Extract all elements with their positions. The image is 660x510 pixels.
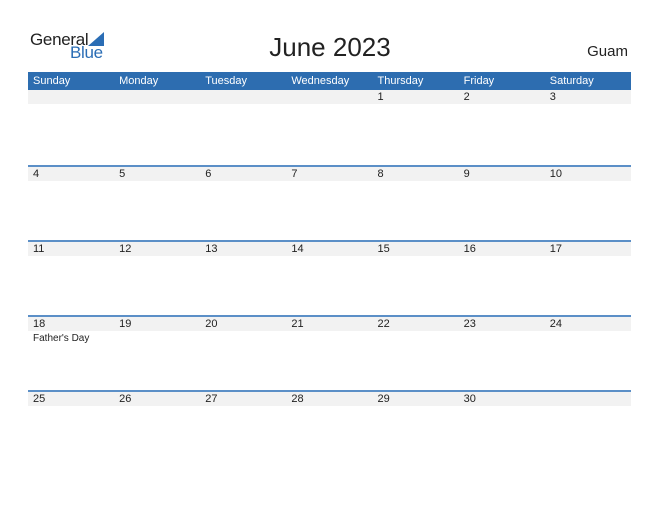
day-number: 29: [372, 391, 459, 406]
day-cell: [28, 90, 115, 104]
week-days: 18 Father's Day 19 20 21 22 23 24: [28, 316, 631, 344]
day-cell: 12: [114, 241, 201, 256]
day-cell: 18 Father's Day: [28, 316, 115, 344]
day-number: 11: [28, 241, 115, 256]
day-cell: 14: [286, 241, 373, 256]
day-cell: 28: [286, 391, 373, 406]
day-cell: [114, 90, 201, 104]
week-row: 25 26 27 28 29 30: [28, 390, 631, 465]
day-cell: 15: [372, 241, 459, 256]
day-number: 18: [28, 316, 115, 331]
day-number: 24: [544, 316, 631, 331]
day-cell: 16: [458, 241, 545, 256]
day-cell: 25: [28, 391, 115, 406]
day-number: 25: [28, 391, 115, 406]
day-number: 20: [200, 316, 287, 331]
day-number: 10: [544, 166, 631, 181]
day-number: 16: [458, 241, 545, 256]
day-cell: 4: [28, 166, 115, 181]
day-number: 3: [544, 90, 631, 104]
day-number: 15: [372, 241, 459, 256]
day-number: 21: [286, 316, 373, 331]
day-number: [200, 90, 287, 104]
day-number: 5: [114, 166, 201, 181]
day-number: 12: [114, 241, 201, 256]
day-number: [286, 90, 373, 104]
week-row: 4 5 6 7 8 9 10: [28, 165, 631, 240]
day-cell: [200, 90, 287, 104]
day-number: 4: [28, 166, 115, 181]
day-cell: 2: [458, 90, 545, 104]
weekday-saturday: Saturday: [549, 75, 594, 87]
week-row: 11 12 13 14 15 16 17: [28, 240, 631, 315]
region-label: Guam: [587, 43, 628, 60]
weekday-header: Sunday Monday Tuesday Wednesday Thursday…: [28, 72, 631, 90]
day-number: 6: [200, 166, 287, 181]
holiday-event: Father's Day: [33, 332, 90, 344]
day-number: 17: [544, 241, 631, 256]
day-cell: 26: [114, 391, 201, 406]
day-number: 8: [372, 166, 459, 181]
day-number: 14: [286, 241, 373, 256]
day-number: 9: [458, 166, 545, 181]
day-number: 2: [458, 90, 545, 104]
week-days: 123: [28, 90, 631, 104]
weekday-sunday: Sunday: [33, 75, 71, 87]
day-cell: 7: [286, 166, 373, 181]
week-row: 123: [28, 90, 631, 165]
day-cell: 11: [28, 241, 115, 256]
day-number: 28: [286, 391, 373, 406]
week-days: 11 12 13 14 15 16 17: [28, 241, 631, 256]
day-number: [544, 391, 631, 406]
day-cell: 6: [200, 166, 287, 181]
day-cell: 13: [200, 241, 287, 256]
day-cell: 10: [544, 166, 631, 181]
day-cell: 23: [458, 316, 545, 344]
week-days: 25 26 27 28 29 30: [28, 391, 631, 406]
day-number: 13: [200, 241, 287, 256]
day-cell: 9: [458, 166, 545, 181]
weeks-container: 1 2 3 4 5 6 7 8 9 10 11 12 13 14 15 16 17 18 Father's Day 1…: [28, 90, 631, 465]
day-number: 23: [458, 316, 545, 331]
day-cell: 20: [200, 316, 287, 344]
day-cell: 17: [544, 241, 631, 256]
day-number: 7: [286, 166, 373, 181]
day-cell: 3: [544, 90, 631, 104]
day-number: 30: [458, 391, 545, 406]
day-cell: [544, 391, 631, 406]
day-number: 1: [372, 90, 459, 104]
calendar-grid: Sunday Monday Tuesday Wednesday Thursday…: [28, 72, 631, 465]
day-cell: 19: [114, 316, 201, 344]
day-cell: 22: [372, 316, 459, 344]
day-number: [114, 90, 201, 104]
weekday-friday: Friday: [463, 75, 495, 87]
weekday-monday: Monday: [119, 75, 159, 87]
day-cell: 29: [372, 391, 459, 406]
week-days: 4 5 6 7 8 9 10: [28, 166, 631, 181]
calendar-title: June 2023: [269, 32, 391, 62]
day-number: 22: [372, 316, 459, 331]
day-cell: 8: [372, 166, 459, 181]
weekday-wednesday: Wednesday: [291, 75, 350, 87]
week-row: 18 Father's Day 19 20 21 22 23 24: [28, 315, 631, 390]
day-cell: [286, 90, 373, 104]
weekday-thursday: Thursday: [377, 75, 424, 87]
day-number: 27: [200, 391, 287, 406]
day-cell: 24: [544, 316, 631, 344]
day-cell: 27: [200, 391, 287, 406]
day-number: 26: [114, 391, 201, 406]
day-number: 19: [114, 316, 201, 331]
weekday-tuesday: Tuesday: [205, 75, 248, 87]
day-cell: 5: [114, 166, 201, 181]
day-cell: 30: [458, 391, 545, 406]
day-number: [28, 90, 115, 104]
day-cell: 1: [372, 90, 459, 104]
day-cell: 21: [286, 316, 373, 344]
